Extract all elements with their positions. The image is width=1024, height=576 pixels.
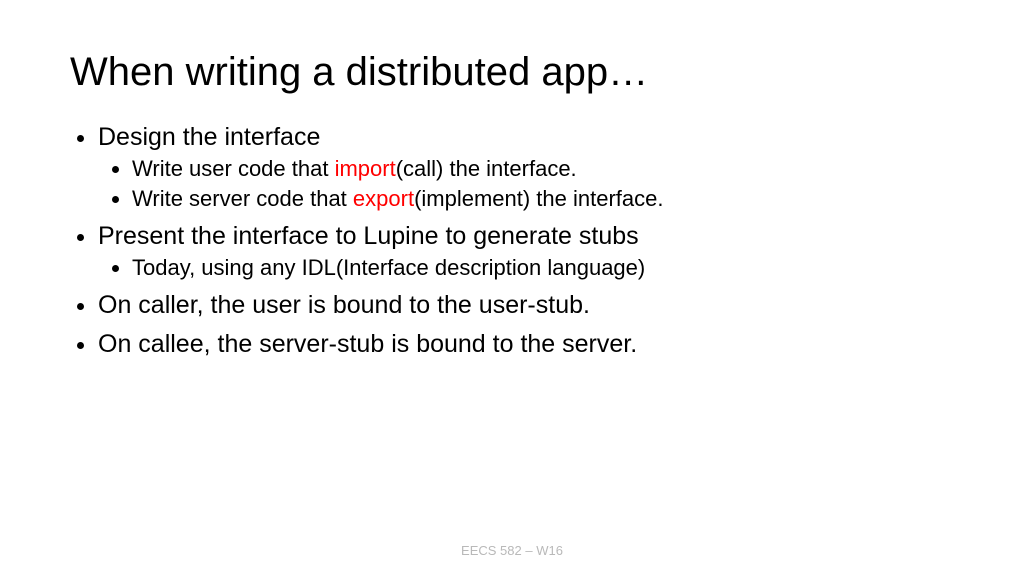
highlight-text: export <box>353 186 414 211</box>
slide-title: When writing a distributed app… <box>70 50 954 95</box>
bullet-text: Present the interface to Lupine to gener… <box>98 222 639 250</box>
sub-pre: Today, using any IDL(Interface descripti… <box>132 255 645 280</box>
slide-footer: EECS 582 – W16 <box>0 543 1024 558</box>
bullet-text: On callee, the server-stub is bound to t… <box>98 330 637 358</box>
slide: When writing a distributed app… Design t… <box>0 0 1024 576</box>
highlight-text: import <box>335 156 396 181</box>
sub-pre: Write user code that <box>132 156 335 181</box>
sub-pre: Write server code that <box>132 186 353 211</box>
bullet-item: On callee, the server-stub is bound to t… <box>98 330 954 359</box>
sub-bullet-item: Write user code that import(call) the in… <box>132 156 954 182</box>
sub-bullet-list: Today, using any IDL(Interface descripti… <box>98 255 954 281</box>
sub-post: (call) the interface. <box>396 156 577 181</box>
bullet-item: Present the interface to Lupine to gener… <box>98 222 954 281</box>
sub-bullet-list: Write user code that import(call) the in… <box>98 156 954 212</box>
bullet-text: Design the interface <box>98 123 320 151</box>
bullet-item: Design the interface Write user code tha… <box>98 123 954 212</box>
sub-post: (implement) the interface. <box>414 186 663 211</box>
sub-bullet-item: Today, using any IDL(Interface descripti… <box>132 255 954 281</box>
bullet-list: Design the interface Write user code tha… <box>70 123 954 359</box>
bullet-item: On caller, the user is bound to the user… <box>98 291 954 320</box>
bullet-text: On caller, the user is bound to the user… <box>98 291 590 319</box>
sub-bullet-item: Write server code that export(implement)… <box>132 186 954 212</box>
